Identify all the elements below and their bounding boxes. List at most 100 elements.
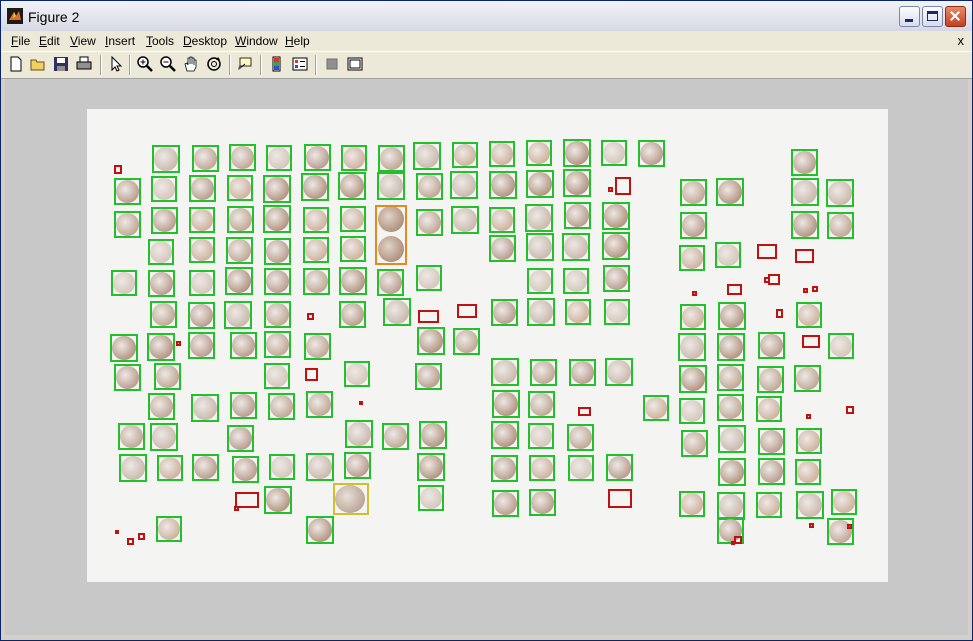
detected-core-box[interactable] [188,174,216,202]
detected-core-box[interactable] [227,175,253,201]
detected-core-box[interactable] [757,331,785,359]
detected-core-box[interactable] [226,205,254,233]
detected-core-box[interactable] [757,457,785,485]
detected-core-box[interactable] [679,178,707,206]
detected-core-box[interactable] [491,358,519,386]
detected-core-box[interactable] [189,270,215,296]
new-file-icon[interactable] [7,55,25,73]
detected-core-box[interactable] [417,327,445,355]
detected-core-box[interactable] [340,206,366,232]
detected-core-box[interactable] [757,427,785,455]
detected-core-box[interactable] [756,365,784,393]
detected-core-box[interactable] [679,491,705,517]
detected-core-box[interactable] [153,362,181,390]
rejected-spot-box[interactable] [114,165,122,174]
detected-core-box[interactable] [415,172,443,200]
detected-core-box[interactable] [225,236,253,264]
menu-desktop[interactable]: Desktop [183,34,227,48]
detected-core-box[interactable] [263,267,291,295]
detected-core-box[interactable] [791,178,819,206]
rejected-spot-box[interactable] [359,401,363,405]
show-plot-tools-icon[interactable] [346,55,364,73]
zoom-out-icon[interactable] [159,55,177,73]
detected-core-box[interactable] [147,392,175,420]
detected-core-box[interactable] [489,207,515,233]
detected-core-box[interactable] [156,516,182,542]
detected-core-box[interactable] [225,267,253,295]
rejected-spot-box[interactable] [731,541,735,545]
detected-core-box[interactable] [266,145,292,171]
detected-core-box[interactable] [718,458,746,486]
detected-core-box[interactable] [718,302,746,330]
detected-core-box[interactable] [680,304,706,330]
colorbar-icon[interactable] [268,55,286,73]
detected-core-box[interactable] [563,169,591,197]
detected-core-box[interactable] [417,453,445,481]
detected-core-box[interactable] [191,144,219,172]
detected-core-box[interactable] [526,140,552,166]
rotate-3d-icon[interactable] [205,55,223,73]
detected-core-box[interactable] [151,176,177,202]
detected-core-box[interactable] [152,145,180,173]
detected-core-box[interactable] [526,170,554,198]
arrow-pointer-icon[interactable] [107,55,125,73]
rejected-spot-box[interactable] [776,309,783,318]
rejected-spot-box[interactable] [802,335,820,348]
rejected-spot-box[interactable] [115,530,119,534]
rejected-spot-box[interactable] [176,341,181,346]
zoom-in-icon[interactable] [136,55,154,73]
detected-core-box[interactable] [529,455,555,481]
detected-core-box[interactable] [492,390,520,418]
detected-core-box[interactable] [189,237,215,263]
detected-core-box[interactable] [452,327,480,355]
detected-core-box[interactable] [489,171,517,199]
detected-core-box[interactable] [269,454,295,480]
selected-core-box[interactable] [333,483,369,515]
detected-core-box[interactable] [831,489,857,515]
detected-core-box[interactable] [563,139,591,167]
detected-core-box[interactable] [263,175,291,203]
detected-core-box[interactable] [191,394,219,422]
menu-help[interactable]: Help [285,34,310,48]
rejected-spot-box[interactable] [608,489,632,508]
save-icon[interactable] [52,55,70,73]
detected-core-box[interactable] [381,422,409,450]
detected-core-box[interactable] [565,299,591,325]
menu-window[interactable]: Window [235,34,278,48]
detected-core-box[interactable] [527,298,555,326]
detected-core-box[interactable] [415,208,443,236]
legend-icon[interactable] [291,55,309,73]
detected-core-box[interactable] [340,236,366,262]
detected-core-box[interactable] [157,455,183,481]
detected-core-box[interactable] [602,202,630,230]
detected-core-box[interactable] [229,391,257,419]
open-folder-icon[interactable] [29,55,47,73]
menu-view[interactable]: View [70,34,96,48]
detected-core-box[interactable] [147,333,175,361]
detected-core-box[interactable] [303,207,329,233]
detected-core-box[interactable] [264,486,292,514]
detected-core-box[interactable] [679,398,705,424]
detected-core-box[interactable] [718,425,746,453]
rejected-spot-box[interactable] [615,177,631,195]
detected-core-box[interactable] [679,365,707,393]
detected-core-box[interactable] [191,453,219,481]
detected-core-box[interactable] [149,300,177,328]
detected-core-box[interactable] [793,364,821,392]
rejected-spot-box[interactable] [307,313,314,320]
detected-core-box[interactable] [226,424,254,452]
detected-core-box[interactable] [637,139,665,167]
detected-core-box[interactable] [413,142,441,170]
detected-core-box[interactable] [605,358,633,386]
detected-core-box[interactable] [229,331,257,359]
detected-core-box[interactable] [528,423,554,449]
detected-core-box[interactable] [377,144,405,172]
rejected-spot-box[interactable] [764,277,770,283]
rejected-spot-box[interactable] [727,284,742,295]
detected-core-box[interactable] [562,233,590,261]
rejected-spot-box[interactable] [757,244,777,259]
detected-core-box[interactable] [756,396,782,422]
rejected-spot-box[interactable] [608,187,613,192]
detected-core-box[interactable] [383,298,411,326]
detected-core-box[interactable] [796,491,824,519]
